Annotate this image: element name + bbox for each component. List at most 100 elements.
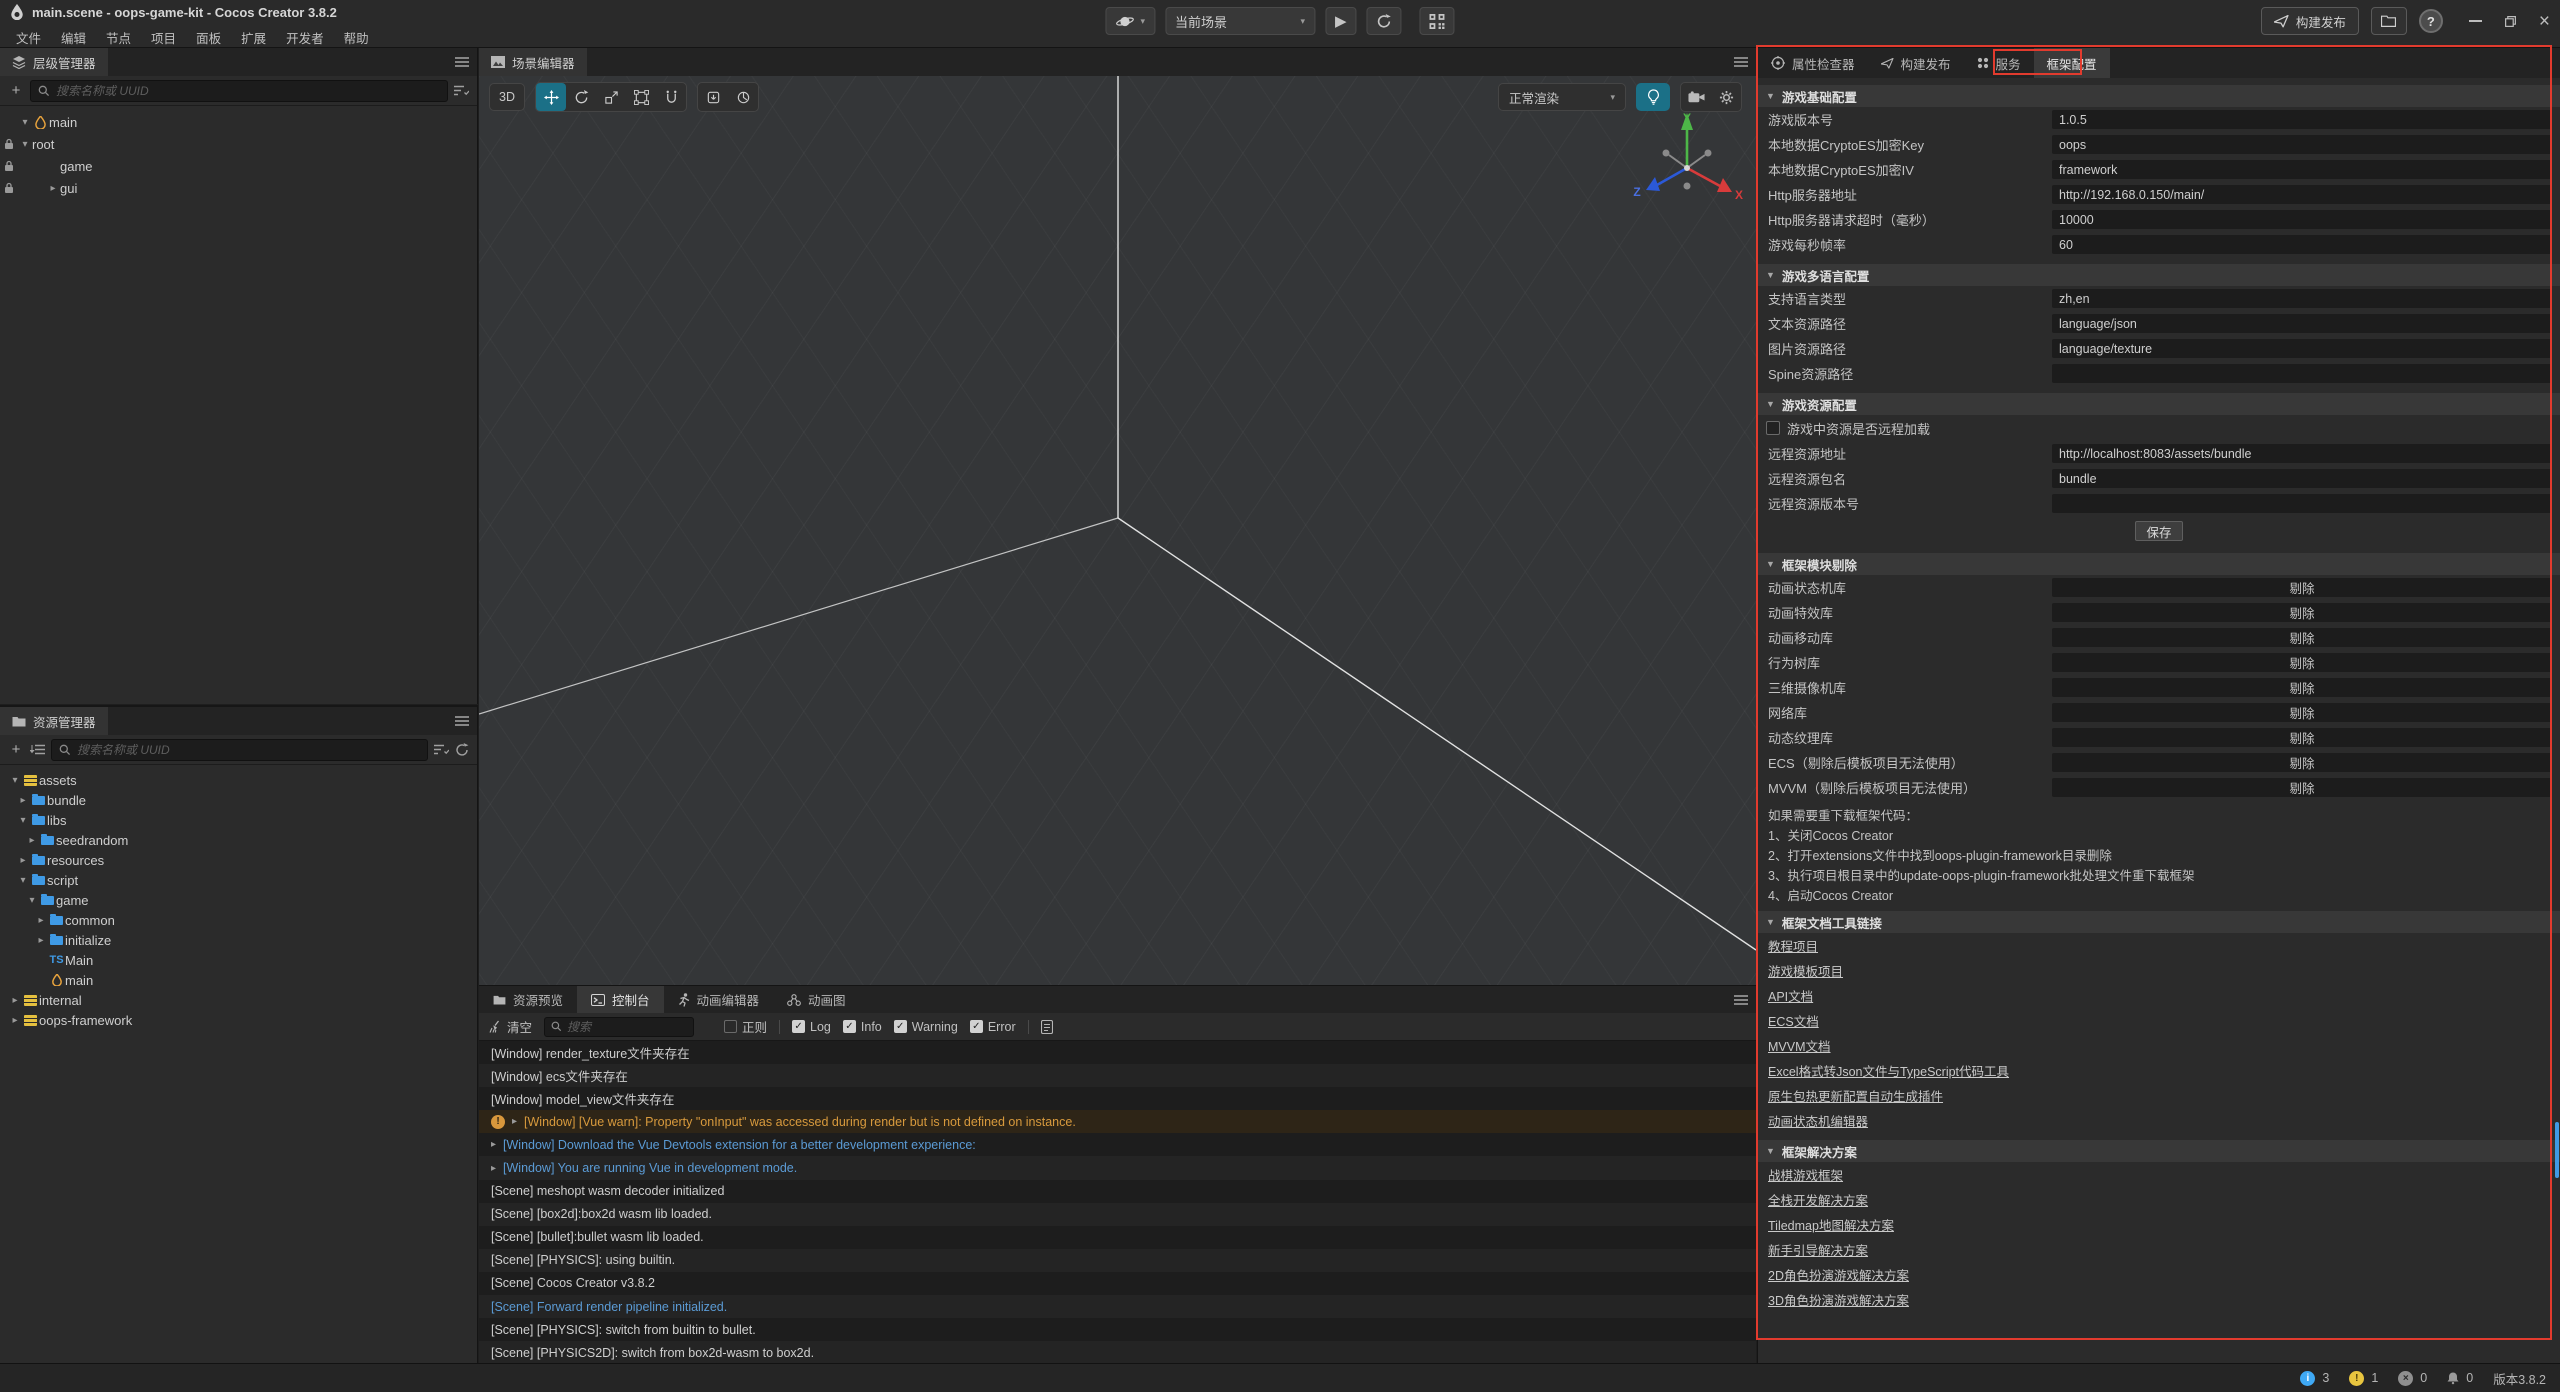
menu-panel[interactable]: 面板 xyxy=(186,26,231,49)
asset-node-common[interactable]: ▸common xyxy=(0,910,477,930)
section-doc-links[interactable]: ▼框架文档工具链接 xyxy=(1758,911,2560,933)
expand-arrow-icon[interactable]: ▸ xyxy=(46,183,60,194)
asset-node-Main[interactable]: TSMain xyxy=(0,950,477,970)
refresh-icon[interactable] xyxy=(455,743,469,757)
tab-animation-graph[interactable]: 动画图 xyxy=(773,986,860,1013)
filter-warning-checkbox[interactable]: ✓Warning xyxy=(894,1020,958,1034)
remote-version-input[interactable] xyxy=(2052,494,2552,513)
log-row[interactable]: [Scene] [bullet]:bullet wasm lib loaded. xyxy=(479,1226,1756,1249)
trim-button[interactable]: 剔除 xyxy=(2052,603,2552,622)
game-version-input[interactable] xyxy=(2052,110,2552,129)
tab-animation-editor[interactable]: 动画编辑器 xyxy=(664,986,774,1013)
log-row-warning[interactable]: !▸[Window] [Vue warn]: Property "onInput… xyxy=(479,1110,1756,1133)
expand-arrow-icon[interactable]: ▸ xyxy=(8,1015,22,1026)
log-row[interactable]: [Scene] [PHYSICS]: switch from builtin t… xyxy=(479,1318,1756,1341)
tab-property-inspector[interactable]: 属性检查器 xyxy=(1758,48,1868,78)
error-icon[interactable]: × xyxy=(2398,1371,2413,1386)
console-search-input[interactable] xyxy=(567,1020,687,1034)
asset-node-internal[interactable]: ▸internal xyxy=(0,990,477,1010)
tab-services[interactable]: 服务 xyxy=(1964,48,2034,78)
log-file-icon[interactable] xyxy=(1041,1020,1053,1034)
clear-console-button[interactable]: 清空 xyxy=(489,1017,532,1036)
asset-node-oops-framework[interactable]: ▸oops-framework xyxy=(0,1010,477,1030)
build-publish-button[interactable]: 构建发布 xyxy=(2261,7,2359,35)
section-i18n-config[interactable]: ▼游戏多语言配置 xyxy=(1758,264,2560,286)
assets-search-input[interactable] xyxy=(77,743,420,757)
crypto-key-input[interactable] xyxy=(2052,135,2552,154)
spine-path-input[interactable] xyxy=(2052,364,2552,383)
lock-icon[interactable] xyxy=(0,160,18,172)
restart-button[interactable] xyxy=(1367,7,1402,35)
save-button[interactable]: 保存 xyxy=(2135,521,2182,541)
tab-framework-config[interactable]: 框架配置 xyxy=(2034,48,2110,78)
http-server-input[interactable] xyxy=(2052,185,2552,204)
hierarchy-search-box[interactable] xyxy=(30,80,448,102)
section-basic-config[interactable]: ▼游戏基础配置 xyxy=(1758,85,2560,107)
inspector-scrollbar-thumb[interactable] xyxy=(2555,1122,2559,1178)
log-row[interactable]: [Scene] Cocos Creator v3.8.2 xyxy=(479,1272,1756,1295)
hierarchy-tab[interactable]: 层级管理器 xyxy=(0,48,108,76)
link-anim-state-editor[interactable]: 动画状态机编辑器 xyxy=(1768,1111,1868,1130)
log-row-info[interactable]: ▸[Window] Download the Vue Devtools exte… xyxy=(479,1133,1756,1156)
http-timeout-input[interactable] xyxy=(2052,210,2552,229)
minimize-icon[interactable] xyxy=(2469,20,2482,22)
link-2d-rpg-solution[interactable]: 2D角色扮演游戏解决方案 xyxy=(1768,1265,1909,1284)
open-project-folder-button[interactable] xyxy=(2371,7,2407,35)
console-log-list[interactable]: [Window] render_texture文件夹存在 [Window] ec… xyxy=(479,1041,1756,1363)
trim-button[interactable]: 剔除 xyxy=(2052,703,2552,722)
filter-icon[interactable] xyxy=(434,744,449,755)
scene-tab[interactable]: 场景编辑器 xyxy=(479,48,587,76)
menu-extension[interactable]: 扩展 xyxy=(231,26,276,49)
remote-load-checkbox[interactable]: 游戏中资源是否远程加载 xyxy=(1758,415,2560,441)
tab-console[interactable]: 控制台 xyxy=(577,986,664,1013)
trim-button[interactable]: 剔除 xyxy=(2052,628,2552,647)
close-icon[interactable]: × xyxy=(2539,12,2550,31)
section-module-trim[interactable]: ▼框架模块剔除 xyxy=(1758,553,2560,575)
trim-button[interactable]: 剔除 xyxy=(2052,578,2552,597)
log-row[interactable]: [Scene] [PHYSICS2D]: switch from box2d-w… xyxy=(479,1341,1756,1363)
link-mvvm-docs[interactable]: MVVM文档 xyxy=(1768,1036,1831,1055)
trim-button[interactable]: 剔除 xyxy=(2052,753,2552,772)
filter-info-checkbox[interactable]: ✓Info xyxy=(843,1020,882,1034)
help-button[interactable]: ? xyxy=(2419,9,2443,33)
link-guide-solution[interactable]: 新手引导解决方案 xyxy=(1768,1240,1868,1259)
tree-node-main[interactable]: ▾ main xyxy=(0,111,477,133)
move-tool-button[interactable] xyxy=(536,83,566,111)
menu-developer[interactable]: 开发者 xyxy=(276,26,334,49)
expand-arrow-icon[interactable]: ▸ xyxy=(25,835,39,846)
expand-arrow-icon[interactable]: ▸ xyxy=(491,1139,496,1150)
info-icon[interactable]: i xyxy=(2300,1371,2315,1386)
link-tiledmap-solution[interactable]: Tiledmap地图解决方案 xyxy=(1768,1215,1894,1234)
log-row-info[interactable]: ▸[Window] You are running Vue in develop… xyxy=(479,1156,1756,1179)
add-asset-button[interactable]: + xyxy=(8,741,24,758)
trim-button[interactable]: 剔除 xyxy=(2052,728,2552,747)
render-mode-dropdown[interactable]: 正常渲染 ▾ xyxy=(1498,83,1626,111)
warning-icon[interactable]: ! xyxy=(2349,1371,2364,1386)
filter-error-checkbox[interactable]: ✓Error xyxy=(970,1020,1016,1034)
trim-button[interactable]: 剔除 xyxy=(2052,678,2552,697)
asset-node-game[interactable]: ▾game xyxy=(0,890,477,910)
menu-project[interactable]: 项目 xyxy=(141,26,186,49)
menu-edit[interactable]: 编辑 xyxy=(51,26,96,49)
console-menu-icon[interactable] xyxy=(1726,986,1756,1013)
tree-node-gui[interactable]: ▸ gui xyxy=(0,177,477,199)
link-ecs-docs[interactable]: ECS文档 xyxy=(1768,1011,1819,1030)
asset-node-bundle[interactable]: ▸bundle xyxy=(0,790,477,810)
trim-button[interactable]: 剔除 xyxy=(2052,778,2552,797)
log-row[interactable]: [Window] model_view文件夹存在 xyxy=(479,1087,1756,1110)
log-row[interactable]: [Window] ecs文件夹存在 xyxy=(479,1064,1756,1087)
link-tutorial-project[interactable]: 教程项目 xyxy=(1768,936,1818,955)
assets-tab[interactable]: 资源管理器 xyxy=(0,707,108,735)
scene-viewport[interactable]: 3D 正常渲染 ▾ xyxy=(479,76,1756,985)
fps-input[interactable] xyxy=(2052,235,2552,254)
expand-arrow-icon[interactable]: ▸ xyxy=(16,855,30,866)
expand-arrow-icon[interactable]: ▾ xyxy=(25,895,39,906)
menu-node[interactable]: 节点 xyxy=(96,26,141,49)
expand-arrow-icon[interactable]: ▾ xyxy=(18,139,32,150)
menu-file[interactable]: 文件 xyxy=(6,26,51,49)
filter-icon[interactable] xyxy=(454,85,469,96)
tab-asset-preview[interactable]: 资源预览 xyxy=(479,986,577,1013)
log-row[interactable]: [Scene] [PHYSICS]: using builtin. xyxy=(479,1249,1756,1272)
expand-arrow-icon[interactable]: ▸ xyxy=(34,915,48,926)
rotate-tool-button[interactable] xyxy=(566,83,596,111)
